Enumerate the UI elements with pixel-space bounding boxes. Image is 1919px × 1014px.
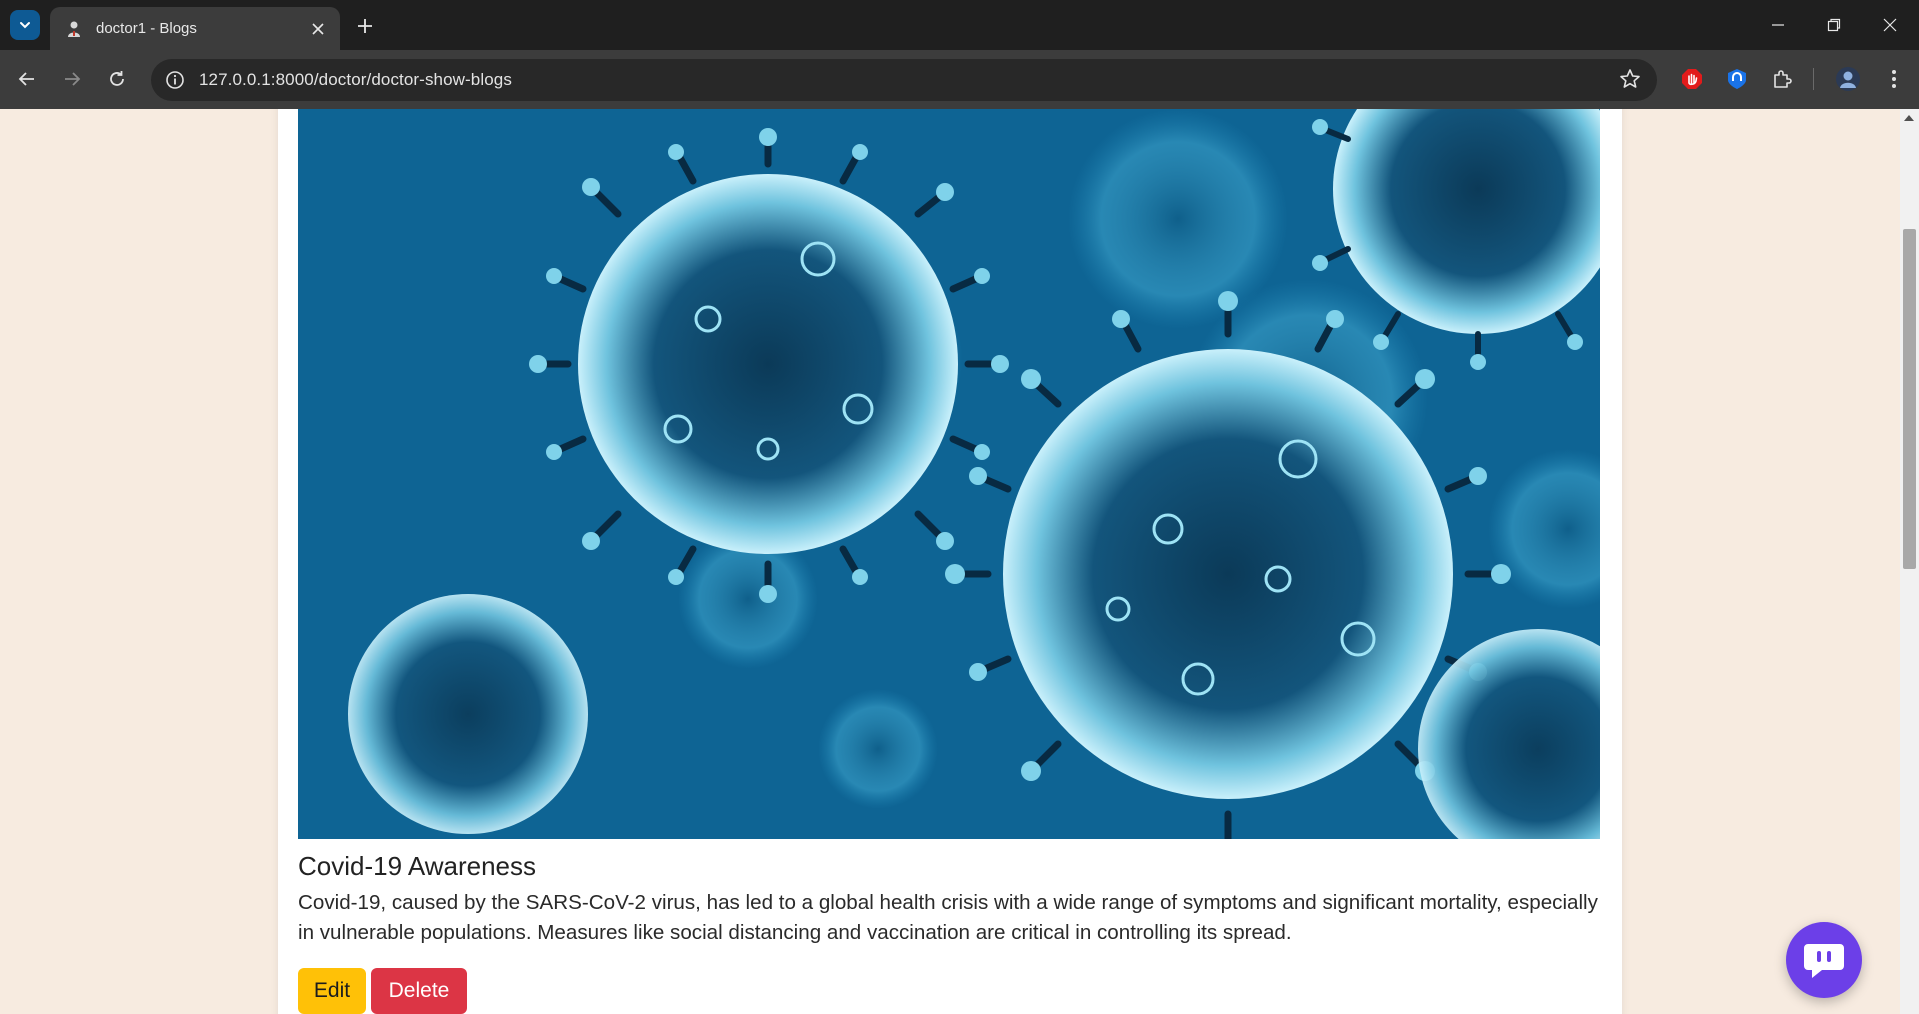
forward-button[interactable] (56, 63, 88, 95)
doctor-favicon-icon (64, 19, 84, 39)
blog-description: Covid-19, caused by the SARS-CoV-2 virus… (298, 891, 1598, 944)
page-scrollbar[interactable] (1900, 109, 1919, 1014)
url-text[interactable]: 127.0.0.1:8000/doctor/doctor-show-blogs (199, 70, 512, 90)
scroll-up-arrow-icon[interactable] (1904, 115, 1914, 121)
scroll-thumb[interactable] (1903, 229, 1916, 569)
arrow-right-icon (65, 72, 81, 86)
browser-menu-button[interactable] (1878, 63, 1910, 95)
reload-button[interactable] (101, 63, 133, 95)
minimize-icon (1772, 24, 1784, 26)
restore-button[interactable] (1806, 0, 1862, 50)
address-bar[interactable]: 127.0.0.1:8000/doctor/doctor-show-blogs (151, 59, 1657, 101)
blog-card: Covid-19 Awareness Covid-19, caused by t… (278, 109, 1622, 1014)
extensions-puzzle-icon[interactable] (1766, 63, 1798, 95)
chevron-down-icon (20, 22, 30, 29)
tab-search-button[interactable] (10, 10, 40, 40)
new-tab-button[interactable] (350, 11, 380, 41)
browser-tab[interactable]: doctor1 - Blogs (50, 7, 340, 50)
adblock-extension-icon[interactable] (1676, 63, 1708, 95)
delete-button[interactable]: Delete (371, 968, 467, 1014)
site-info-icon[interactable] (165, 70, 185, 90)
back-button[interactable] (11, 63, 43, 95)
virion-large (529, 128, 1009, 603)
close-icon (1883, 18, 1897, 32)
chat-bubble-icon (1804, 944, 1844, 978)
virion-bottom-left (348, 594, 588, 834)
page-viewport: Covid-19 Awareness Covid-19, caused by t… (0, 109, 1900, 1014)
blog-image (298, 109, 1600, 839)
blue-extension-icon[interactable] (1721, 63, 1753, 95)
bookmark-star-icon[interactable] (1619, 68, 1641, 94)
edit-button[interactable]: Edit (298, 968, 366, 1014)
reload-icon (110, 71, 124, 86)
coronavirus-illustration (298, 109, 1600, 839)
plus-icon (358, 19, 372, 33)
toolbar-separator (1813, 68, 1814, 90)
tab-close-icon[interactable] (306, 17, 330, 41)
arrow-left-icon (18, 72, 34, 86)
tab-title: doctor1 - Blogs (96, 20, 197, 37)
minimize-button[interactable] (1750, 0, 1806, 50)
browser-titlebar: doctor1 - Blogs (0, 0, 1919, 50)
restore-icon (1827, 18, 1841, 32)
blog-title: Covid-19 Awareness (298, 851, 536, 881)
chat-widget-button[interactable] (1786, 922, 1862, 998)
profile-avatar[interactable] (1832, 63, 1864, 95)
kebab-menu-icon (1892, 70, 1896, 88)
close-window-button[interactable] (1862, 0, 1918, 50)
